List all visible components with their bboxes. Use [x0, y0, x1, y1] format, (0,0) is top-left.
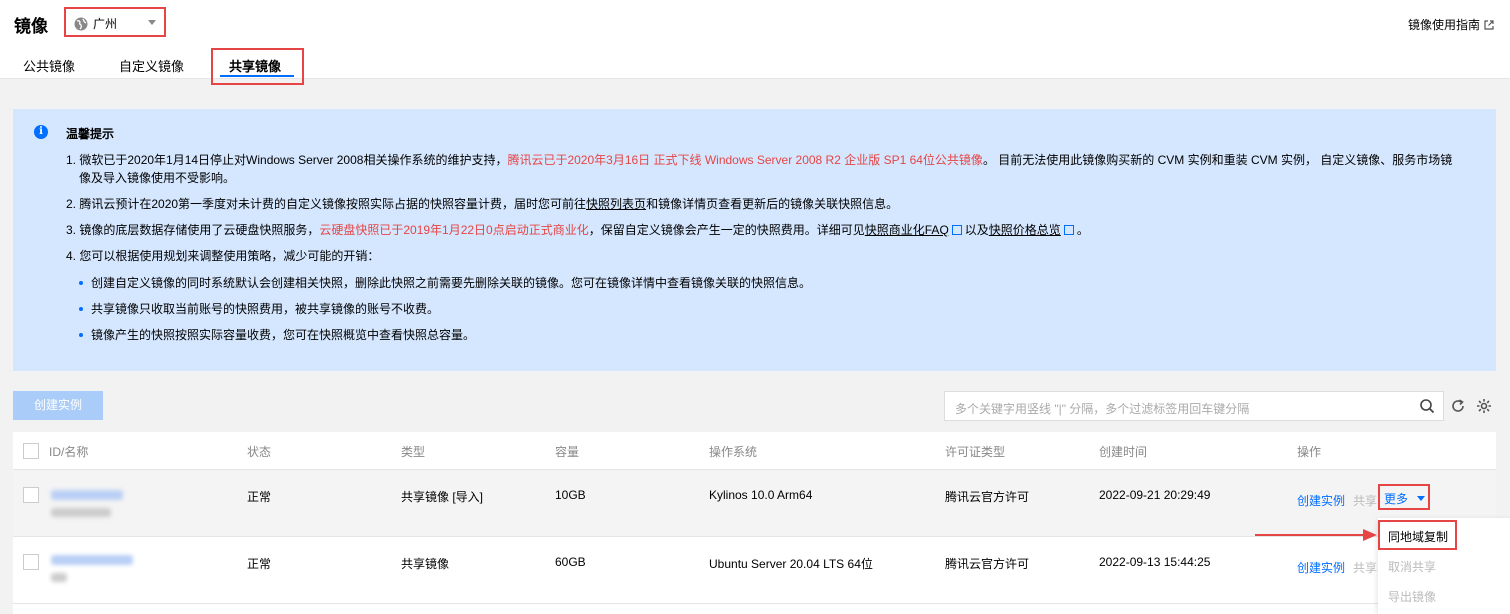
search-input[interactable]: 多个关键字用竖线 "|" 分隔，多个过滤标签用回车键分隔	[944, 391, 1444, 421]
image-guide-link[interactable]: 镜像使用指南	[1408, 16, 1494, 33]
snapshot-faq-link[interactable]: 快照商业化FAQ	[865, 223, 949, 237]
license-cell: 腾讯云官方许可	[945, 490, 1030, 504]
image-table: ID/名称 状态 类型 容量 操作系统 许可证类型 创建时间 操作 正常 共享镜…	[13, 432, 1496, 614]
bullet-dot	[79, 333, 83, 337]
external-link-icon	[951, 225, 962, 235]
globe-icon	[74, 17, 88, 30]
search-placeholder: 多个关键字用竖线 "|" 分隔，多个过滤标签用回车键分隔	[955, 402, 1250, 416]
table-row[interactable]: 正常 共享镜像 [导入] 10GB Kylinos 10.0 Arm64 腾讯云…	[13, 470, 1496, 537]
row-checkbox[interactable]	[23, 487, 39, 503]
notice-text: 和镜像详情页查看更新后的镜像关联快照信息。	[646, 197, 899, 211]
notice-bullet: 创建自定义镜像的同时系统默认会创建相关快照，删除此快照之前需要先删除关联的镜像。…	[91, 276, 812, 290]
info-icon: i	[34, 125, 48, 139]
column-header: ID/名称	[49, 445, 89, 459]
snapshot-list-link[interactable]: 快照列表页	[586, 197, 646, 211]
table-row[interactable]: 正常 共享镜像 60GB Ubuntu Server 20.04 LTS 64位…	[13, 537, 1496, 604]
guide-link-label: 镜像使用指南	[1407, 18, 1480, 32]
notice-item-1: 1. 微软已于2020年1月14日停止对Windows Server 2008相…	[66, 151, 1452, 169]
tab-custom-images[interactable]: 自定义镜像	[119, 56, 184, 75]
status-cell: 正常	[247, 490, 272, 504]
notice-bullet: 共享镜像只收取当前账号的快照费用，被共享镜像的账号不收费。	[91, 302, 440, 316]
type-cell: 共享镜像	[401, 557, 450, 571]
notice-panel: i 温馨提示 1. 微软已于2020年1月14日停止对Windows Serve…	[13, 109, 1496, 371]
annotation-arrow-icon	[1255, 529, 1377, 541]
notice-text: 1. 微软已于2020年1月14日停止对Windows Server 2008相…	[66, 153, 508, 167]
column-header: 操作系统	[709, 445, 758, 459]
page-header: 镜像 广州 镜像使用指南 公共镜像 自定义镜像 共享镜像	[0, 0, 1510, 85]
size-cell: 60GB	[555, 555, 586, 569]
license-cell: 腾讯云官方许可	[945, 557, 1030, 571]
create-instance-link[interactable]: 创建实例	[1297, 492, 1345, 509]
notice-title: 温馨提示	[66, 127, 115, 141]
menu-item-export-image[interactable]: 导出镜像	[1388, 588, 1436, 605]
notice-text: 3. 镜像的底层数据存储使用了云硬盘快照服务，	[66, 223, 320, 237]
bullet-dot	[79, 307, 83, 311]
create-instance-link[interactable]: 创建实例	[1297, 559, 1345, 576]
notice-bullet: 镜像产生的快照按照实际容量收费，您可在快照概览中查看快照总容量。	[91, 328, 476, 342]
column-header: 类型	[401, 445, 426, 459]
notice-item-2: 2. 腾讯云预计在2020第一季度对未计费的自定义镜像按照实际占据的快照容量计费…	[66, 195, 898, 213]
notice-text: ，保留自定义镜像会产生一定的快照费用。详细可见	[588, 223, 865, 237]
type-cell: 共享镜像 [导入]	[401, 490, 484, 504]
column-header: 操作	[1297, 445, 1322, 459]
gear-icon[interactable]	[1476, 398, 1492, 414]
image-name	[51, 508, 111, 517]
region-label: 广州	[93, 17, 118, 31]
status-cell: 正常	[247, 557, 272, 571]
os-cell: Ubuntu Server 20.04 LTS 64位	[709, 557, 873, 571]
menu-item-cancel-share[interactable]: 取消共享	[1388, 558, 1436, 575]
snapshot-pricing-link[interactable]: 快照价格总览	[989, 223, 1061, 237]
os-cell: Kylinos 10.0 Arm64	[709, 488, 813, 502]
notice-text: 2. 腾讯云预计在2020第一季度对未计费的自定义镜像按照实际占据的快照容量计费…	[66, 197, 587, 211]
create-instance-button[interactable]: 创建实例	[13, 391, 103, 420]
size-cell: 10GB	[555, 488, 586, 502]
column-header: 容量	[555, 445, 580, 459]
image-name	[51, 573, 67, 582]
notice-text: 。	[1076, 223, 1089, 237]
highlight-box-tab	[211, 48, 304, 85]
created-cell: 2022-09-21 20:29:49	[1099, 488, 1211, 502]
table-header: ID/名称 状态 类型 容量 操作系统 许可证类型 创建时间 操作	[13, 432, 1496, 470]
notice-highlight: 腾讯云已于2020年3月16日 正式下线 Windows Server 2008…	[507, 153, 983, 167]
column-header: 许可证类型	[945, 445, 1006, 459]
row-checkbox[interactable]	[23, 554, 39, 570]
image-id-link[interactable]	[51, 555, 133, 565]
search-icon[interactable]	[1419, 398, 1435, 414]
refresh-icon[interactable]	[1450, 398, 1466, 414]
more-label: 更多	[1384, 492, 1409, 506]
caret-down-icon	[1417, 496, 1425, 501]
highlight-box-menu-item	[1378, 520, 1457, 550]
region-selector[interactable]: 广州	[64, 7, 166, 37]
notice-item-4: 4. 您可以根据使用规划来调整使用策略，减少可能的开销：	[66, 249, 380, 263]
column-header: 创建时间	[1099, 445, 1148, 459]
more-actions-button[interactable]: 更多	[1378, 484, 1430, 510]
notice-item-1-cont: 像及导入镜像使用不受影响。	[79, 171, 236, 185]
external-link-icon	[1484, 19, 1494, 30]
tab-public-images[interactable]: 公共镜像	[23, 56, 75, 75]
external-link-icon	[1063, 225, 1074, 235]
column-header: 状态	[247, 445, 272, 459]
notice-text: 。 目前无法使用此镜像购买新的 CVM 实例和重装 CVM 实例， 自定义镜像、…	[982, 153, 1453, 167]
notice-highlight: 云硬盘快照已于2019年1月22日0点启动正式商业化	[319, 223, 589, 237]
share-link[interactable]: 共享	[1353, 559, 1377, 576]
page-title: 镜像	[14, 17, 48, 36]
created-cell: 2022-09-13 15:44:25	[1099, 555, 1211, 569]
select-all-checkbox[interactable]	[23, 443, 39, 459]
image-id-link[interactable]	[51, 490, 123, 500]
notice-text: 以及	[964, 223, 989, 237]
bullet-dot	[79, 281, 83, 285]
share-link[interactable]: 共享	[1353, 492, 1377, 509]
notice-item-3: 3. 镜像的底层数据存储使用了云硬盘快照服务，云硬盘快照已于2019年1月22日…	[66, 221, 1089, 239]
chevron-down-icon	[148, 20, 156, 25]
